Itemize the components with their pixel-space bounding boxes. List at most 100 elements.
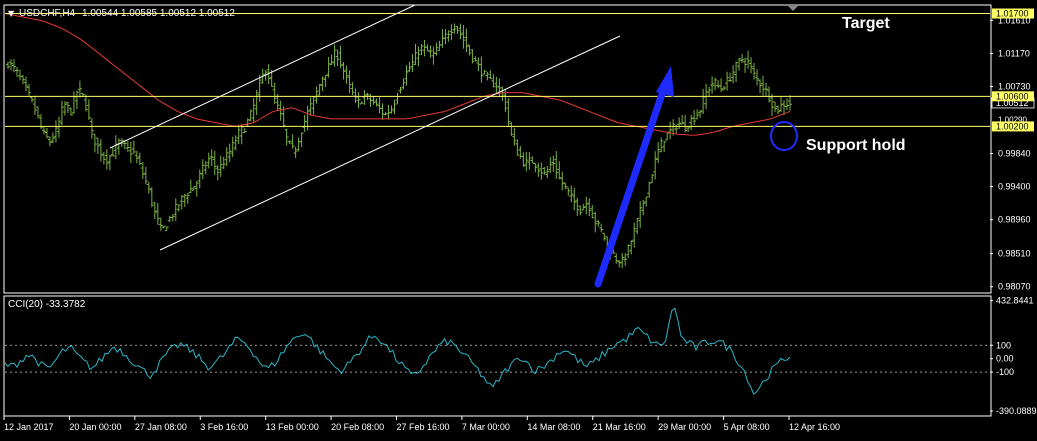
time-tick-label: 27 Jan 08:00 bbox=[135, 422, 187, 432]
price-bar bbox=[470, 49, 475, 64]
time-tick-label: 27 Feb 16:00 bbox=[397, 422, 450, 432]
time-tick-label: 13 Feb 00:00 bbox=[266, 422, 319, 432]
price-bar bbox=[14, 66, 19, 77]
price-tick-label: 0.99840 bbox=[998, 149, 1031, 159]
price-bar bbox=[131, 140, 136, 154]
price-channel bbox=[109, 4, 621, 251]
price-bar bbox=[380, 103, 385, 120]
price-bar bbox=[65, 101, 70, 113]
price-bar bbox=[509, 122, 514, 136]
price-bar bbox=[665, 132, 670, 141]
shift-marker-icon[interactable] bbox=[788, 6, 798, 11]
price-bar bbox=[620, 252, 625, 268]
price-bar bbox=[515, 139, 520, 156]
price-bar bbox=[101, 152, 106, 165]
price-bar bbox=[272, 82, 277, 105]
price-bar bbox=[299, 132, 304, 148]
price-bar bbox=[449, 24, 454, 41]
time-tick-label: 29 Mar 00:00 bbox=[658, 422, 711, 432]
price-bar bbox=[44, 127, 49, 139]
price-bar bbox=[722, 85, 727, 91]
price-bar bbox=[542, 166, 547, 175]
price-bar bbox=[683, 114, 688, 133]
price-tick-label: 1.01170 bbox=[998, 48, 1030, 58]
price-bar bbox=[458, 23, 463, 40]
price-bar bbox=[482, 69, 487, 75]
price-bar bbox=[71, 91, 76, 115]
cci-tick-label: -390.0889 bbox=[996, 406, 1037, 416]
price-bar bbox=[107, 154, 112, 171]
price-bar bbox=[329, 54, 334, 66]
price-bar bbox=[512, 127, 517, 146]
price-bar bbox=[422, 40, 427, 57]
price-bar bbox=[737, 57, 742, 71]
price-bar bbox=[377, 97, 382, 114]
price-bar bbox=[245, 118, 250, 127]
price-bar bbox=[359, 101, 364, 105]
cci-title: CCI(20) -33.3782 bbox=[8, 299, 86, 310]
price-bar bbox=[461, 24, 466, 49]
price-tick-label: 0.98510 bbox=[998, 249, 1031, 259]
price-bar bbox=[335, 49, 340, 67]
price-bar bbox=[584, 196, 589, 215]
price-bar bbox=[311, 96, 316, 115]
price-bar bbox=[29, 96, 34, 103]
price-bar bbox=[254, 89, 259, 116]
price-bar bbox=[575, 197, 580, 217]
cci-line bbox=[4, 307, 990, 395]
price-bar bbox=[338, 45, 343, 69]
price-bar bbox=[110, 146, 115, 157]
time-axis: 12 Jan 2017 20 Jan 00:00 27 Jan 08:00 3 Feb… bbox=[3, 416, 840, 432]
price-bar bbox=[221, 156, 226, 169]
price-bar bbox=[707, 86, 712, 97]
price-bar bbox=[530, 156, 535, 164]
price-bar bbox=[770, 93, 775, 116]
price-bar bbox=[692, 110, 697, 126]
price-bar bbox=[569, 185, 574, 203]
price-bar bbox=[392, 99, 397, 115]
price-bar bbox=[68, 107, 73, 116]
price-bar bbox=[506, 98, 511, 127]
level-price-label: 1.00600 bbox=[996, 91, 1029, 101]
price-bar bbox=[164, 226, 169, 232]
price-bar bbox=[344, 65, 349, 84]
price-bar bbox=[341, 61, 346, 80]
price-bar bbox=[56, 116, 61, 138]
price-bar bbox=[647, 181, 652, 198]
price-bar bbox=[77, 80, 82, 98]
time-tick-label: 5 Apr 08:00 bbox=[724, 422, 770, 432]
time-tick-label: 7 Mar 00:00 bbox=[462, 422, 510, 432]
level-price-label: 1.01700 bbox=[996, 9, 1029, 19]
price-bar bbox=[320, 76, 325, 92]
price-tick-label: 0.98070 bbox=[998, 282, 1031, 292]
price-bar bbox=[92, 133, 97, 153]
price-bar bbox=[716, 80, 721, 89]
price-bar bbox=[347, 70, 352, 94]
price-bar bbox=[446, 30, 451, 42]
time-tick-label: 20 Jan 00:00 bbox=[69, 422, 121, 432]
price-bar bbox=[749, 57, 754, 74]
cci-axis: 432.8441 100 0.00 -100 -390.0889 bbox=[990, 296, 1037, 416]
price-bar bbox=[35, 106, 40, 119]
price-bar bbox=[614, 253, 619, 264]
price-bar bbox=[434, 42, 439, 56]
price-bar bbox=[23, 76, 28, 92]
price-bar bbox=[332, 44, 337, 67]
price-bar bbox=[437, 40, 442, 51]
price-bar bbox=[89, 118, 94, 139]
price-bar bbox=[17, 69, 22, 81]
price-axis: 1.016101.011701.007300.998400.994000.989… bbox=[990, 8, 1035, 292]
price-bar bbox=[242, 128, 247, 134]
price-tick-label: 1.00730 bbox=[998, 82, 1031, 92]
chart-menu-icon[interactable]: ▼ bbox=[8, 9, 15, 18]
time-tick-label: 20 Feb 08:00 bbox=[331, 422, 384, 432]
price-bar bbox=[644, 196, 649, 207]
price-bar bbox=[83, 94, 88, 112]
price-candles bbox=[6, 23, 793, 268]
price-bar bbox=[410, 54, 415, 72]
cci-series-line bbox=[4, 307, 791, 395]
price-bar bbox=[560, 171, 565, 191]
cci-tick-label: 0.00 bbox=[996, 354, 1014, 364]
price-bar bbox=[200, 159, 205, 180]
price-bar bbox=[755, 69, 760, 86]
